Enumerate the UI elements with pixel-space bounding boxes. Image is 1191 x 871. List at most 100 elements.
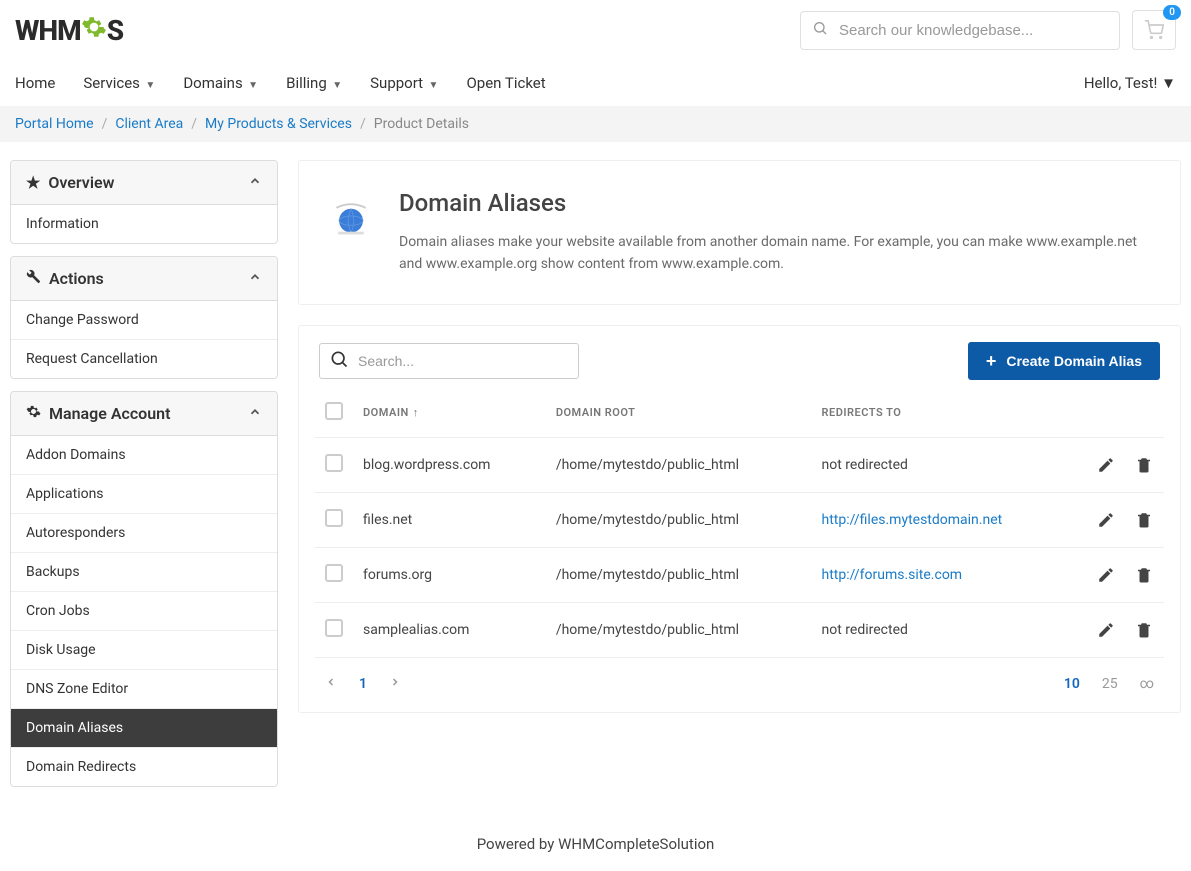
panel-actions-header[interactable]: Actions [11, 257, 277, 301]
panel-manage-title: Manage Account [49, 404, 170, 423]
sidebar-item-cron-jobs[interactable]: Cron Jobs [11, 592, 277, 631]
breadcrumb-link[interactable]: Portal Home [15, 116, 94, 132]
cell-redirect: http://files.mytestdomain.net [812, 492, 1074, 547]
nav-open-ticket[interactable]: Open Ticket [466, 60, 545, 106]
page-title: Domain Aliases [399, 189, 1152, 217]
nav-support[interactable]: Support ▼ [370, 60, 438, 106]
caret-down-icon: ▼ [1161, 74, 1176, 92]
search-icon [329, 349, 349, 373]
create-alias-button[interactable]: + Create Domain Alias [968, 342, 1160, 380]
page-header: Domain Aliases Domain aliases make your … [298, 160, 1181, 305]
sidebar-item-domain-aliases[interactable]: Domain Aliases [11, 709, 277, 748]
breadcrumb-sep: / [191, 116, 197, 132]
page-description: Domain aliases make your website availab… [399, 231, 1152, 276]
caret-down-icon: ▼ [330, 80, 342, 91]
kb-search-input[interactable] [800, 11, 1120, 50]
sidebar-item-disk-usage[interactable]: Disk Usage [11, 631, 277, 670]
row-checkbox[interactable] [325, 509, 343, 527]
table-row: blog.wordpress.com/home/mytestdo/public_… [315, 437, 1164, 492]
sidebar-item-information[interactable]: Information [11, 205, 277, 243]
nav-home[interactable]: Home [15, 60, 55, 106]
sidebar-item-dns-zone-editor[interactable]: DNS Zone Editor [11, 670, 277, 709]
page-next[interactable] [389, 676, 401, 692]
select-all-checkbox[interactable] [325, 402, 343, 420]
breadcrumb-link[interactable]: Client Area [115, 116, 183, 132]
sidebar-item-applications[interactable]: Applications [11, 475, 277, 514]
row-checkbox[interactable] [325, 564, 343, 582]
wrench-icon [26, 269, 41, 284]
cart-badge: 0 [1163, 5, 1181, 20]
table-search-input[interactable] [319, 343, 579, 379]
user-menu[interactable]: Hello, Test! ▼ [1084, 60, 1176, 106]
breadcrumb: Portal Home / Client Area / My Products & Se… [0, 106, 1191, 142]
sidebar-item-addon-domains[interactable]: Addon Domains [11, 436, 277, 475]
cell-root: /home/mytestdo/public_html [546, 602, 812, 657]
sidebar-item-request-cancellation[interactable]: Request Cancellation [11, 340, 277, 378]
cell-root: /home/mytestdo/public_html [546, 437, 812, 492]
breadcrumb-sep: / [102, 116, 108, 132]
alias-table: DOMAIN↑ DOMAIN ROOT REDIRECTS TO blog.wo… [315, 388, 1164, 657]
panel-manage-header[interactable]: Manage Account [11, 392, 277, 436]
panel-actions-title: Actions [49, 269, 104, 288]
footer: Powered by WHMCompleteSolution [0, 817, 1191, 871]
sort-asc-icon: ↑ [413, 406, 419, 419]
caret-down-icon: ▼ [143, 80, 155, 91]
trash-icon[interactable] [1134, 455, 1154, 475]
page-size-10[interactable]: 10 [1064, 676, 1080, 692]
cell-redirect: http://forums.site.com [812, 547, 1074, 602]
page-size-∞[interactable]: ∞ [1140, 676, 1154, 692]
chevron-up-icon [248, 404, 262, 423]
create-alias-label: Create Domain Alias [1006, 353, 1142, 369]
panel-overview-title: Overview [48, 173, 114, 192]
nav-services[interactable]: Services ▼ [83, 60, 155, 106]
logo-text-post: S [107, 14, 123, 47]
page-prev[interactable] [325, 676, 337, 692]
row-checkbox[interactable] [325, 619, 343, 637]
globe-icon [327, 193, 375, 241]
edit-icon[interactable] [1096, 620, 1116, 640]
breadcrumb-link[interactable]: My Products & Services [205, 116, 352, 132]
cell-domain: files.net [353, 492, 546, 547]
col-domain[interactable]: DOMAIN↑ [353, 388, 546, 438]
cell-redirect: not redirected [812, 602, 1074, 657]
redirect-link[interactable]: http://files.mytestdomain.net [822, 512, 1003, 528]
pagination: 1 10 25 ∞ [315, 657, 1164, 696]
cell-root: /home/mytestdo/public_html [546, 492, 812, 547]
sidebar-item-domain-redirects[interactable]: Domain Redirects [11, 748, 277, 786]
cart-button[interactable]: 0 [1132, 10, 1176, 50]
chevron-up-icon [248, 269, 262, 288]
plus-icon: + [986, 352, 997, 370]
sidebar-item-autoresponders[interactable]: Autoresponders [11, 514, 277, 553]
chevron-up-icon [248, 173, 262, 192]
nav-domains[interactable]: Domains ▼ [183, 60, 258, 106]
sidebar-item-change-password[interactable]: Change Password [11, 301, 277, 340]
col-redirects[interactable]: REDIRECTS TO [812, 388, 1074, 438]
panel-overview-header[interactable]: ★Overview [11, 161, 277, 205]
cart-icon [1144, 20, 1164, 40]
breadcrumb-sep: / [360, 116, 366, 132]
col-root[interactable]: DOMAIN ROOT [546, 388, 812, 438]
panel-manage: Manage Account Addon DomainsApplications… [10, 391, 278, 787]
gear-icon [26, 404, 41, 419]
row-checkbox[interactable] [325, 454, 343, 472]
logo[interactable]: WHM S [15, 14, 123, 47]
cell-domain: blog.wordpress.com [353, 437, 546, 492]
edit-icon[interactable] [1096, 565, 1116, 585]
trash-icon[interactable] [1134, 620, 1154, 640]
sidebar-item-backups[interactable]: Backups [11, 553, 277, 592]
breadcrumb-current: Product Details [374, 116, 469, 132]
edit-icon[interactable] [1096, 510, 1116, 530]
panel-overview: ★Overview Information [10, 160, 278, 244]
logo-text-pre: WHM [15, 14, 81, 47]
search-icon [812, 20, 828, 40]
sidebar: ★Overview Information Actions Change Pas… [10, 160, 278, 799]
cell-domain: samplealias.com [353, 602, 546, 657]
cell-root: /home/mytestdo/public_html [546, 547, 812, 602]
trash-icon[interactable] [1134, 510, 1154, 530]
page-size-25[interactable]: 25 [1102, 676, 1118, 692]
edit-icon[interactable] [1096, 455, 1116, 475]
redirect-link[interactable]: http://forums.site.com [822, 567, 963, 583]
page-number[interactable]: 1 [359, 676, 367, 692]
trash-icon[interactable] [1134, 565, 1154, 585]
nav-billing[interactable]: Billing ▼ [286, 60, 342, 106]
